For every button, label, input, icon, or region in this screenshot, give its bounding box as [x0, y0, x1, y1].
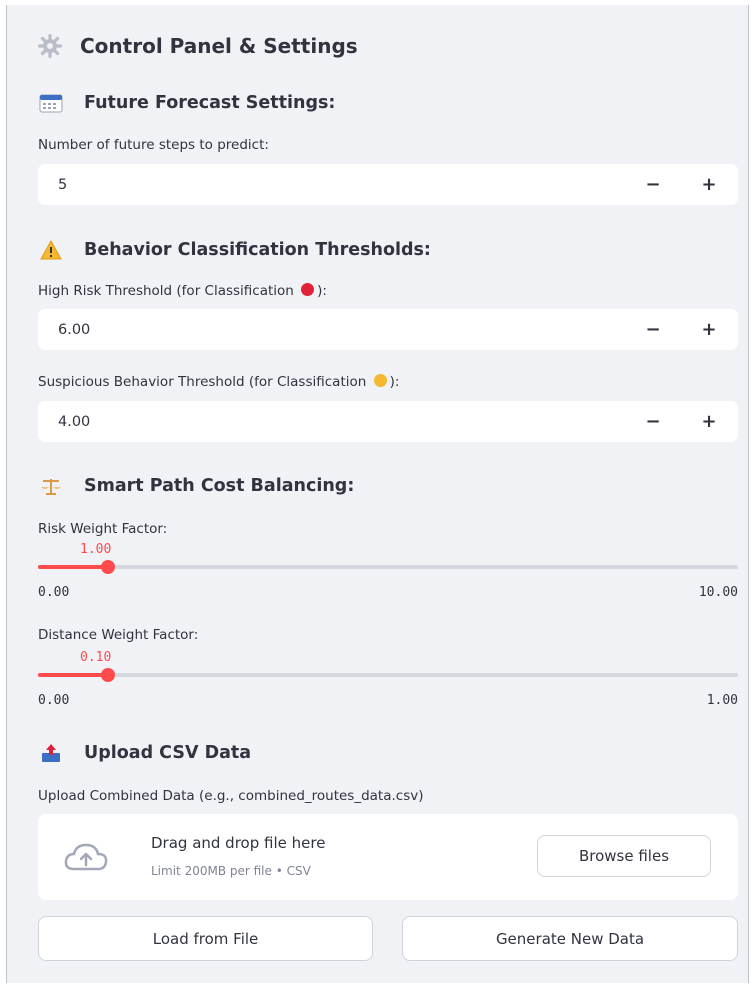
upload-section-heading: Upload CSV Data [38, 742, 251, 764]
dropzone-limit-text: Limit 200MB per file • CSV [151, 864, 311, 878]
gear-icon [38, 34, 62, 58]
warning-icon [38, 239, 64, 261]
slider-fill [38, 673, 108, 677]
suspicious-label-text: Suspicious Behavior Threshold (for Class… [38, 374, 371, 390]
distance-weight-max: 1.00 [706, 693, 738, 708]
file-dropzone[interactable]: Drag and drop file here Limit 200MB per … [38, 814, 738, 900]
minus-icon[interactable]: − [638, 169, 668, 199]
high-risk-threshold-value[interactable]: 6.00 [58, 322, 90, 338]
browse-files-button[interactable]: Browse files [537, 835, 711, 877]
high-risk-threshold-stepper[interactable]: 6.00 − + [38, 309, 738, 350]
high-risk-label-suffix: ): [317, 283, 327, 299]
future-steps-label: Number of future steps to predict: [38, 137, 269, 153]
distance-weight-label: Distance Weight Factor: [38, 627, 199, 643]
upload-heading: Upload CSV Data [84, 743, 252, 763]
high-risk-threshold-label: High Risk Threshold (for Classification … [38, 283, 327, 299]
risk-weight-value: 1.00 [80, 542, 112, 557]
panel-title: Control Panel & Settings [80, 34, 358, 58]
risk-weight-min: 0.00 [38, 585, 70, 600]
plus-icon[interactable]: + [694, 406, 724, 436]
dropzone-title: Drag and drop file here [151, 834, 326, 852]
forecast-section-heading: Future Forecast Settings: [38, 92, 335, 114]
inbox-tray-icon [38, 742, 64, 764]
slider-track[interactable] [38, 565, 738, 569]
path-cost-section-heading: Smart Path Cost Balancing: [38, 475, 354, 497]
slider-track[interactable] [38, 673, 738, 677]
slider-thumb[interactable] [101, 668, 115, 682]
yellow-circle-icon [373, 374, 387, 387]
scale-icon [38, 475, 64, 497]
risk-weight-max: 10.00 [698, 585, 738, 600]
load-from-file-button[interactable]: Load from File [38, 916, 373, 961]
forecast-heading: Future Forecast Settings: [84, 93, 336, 113]
high-risk-label-text: High Risk Threshold (for Classification [38, 283, 299, 299]
minus-icon[interactable]: − [638, 314, 668, 344]
plus-icon[interactable]: + [694, 169, 724, 199]
upload-label: Upload Combined Data (e.g., combined_rou… [38, 788, 424, 804]
calendar-icon [38, 92, 64, 114]
distance-weight-value: 0.10 [80, 650, 112, 665]
suspicious-threshold-value[interactable]: 4.00 [58, 414, 90, 430]
future-steps-stepper[interactable]: 5 − + [38, 164, 738, 205]
slider-thumb[interactable] [101, 560, 115, 574]
behavior-heading: Behavior Classification Thresholds: [84, 240, 431, 260]
suspicious-label-suffix: ): [389, 374, 400, 390]
future-steps-value[interactable]: 5 [58, 177, 67, 193]
minus-icon[interactable]: − [638, 406, 668, 436]
panel-header: Control Panel & Settings [38, 34, 358, 58]
cloud-upload-icon [64, 843, 108, 871]
plus-icon[interactable]: + [694, 314, 724, 344]
risk-weight-label: Risk Weight Factor: [38, 521, 168, 537]
distance-weight-min: 0.00 [38, 693, 70, 708]
red-circle-icon [301, 283, 315, 296]
generate-new-data-button[interactable]: Generate New Data [402, 916, 738, 961]
path-cost-heading: Smart Path Cost Balancing: [84, 476, 355, 496]
suspicious-threshold-stepper[interactable]: 4.00 − + [38, 401, 738, 442]
slider-fill [38, 565, 108, 569]
suspicious-threshold-label: Suspicious Behavior Threshold (for Class… [38, 374, 399, 390]
behavior-section-heading: Behavior Classification Thresholds: [38, 239, 431, 261]
